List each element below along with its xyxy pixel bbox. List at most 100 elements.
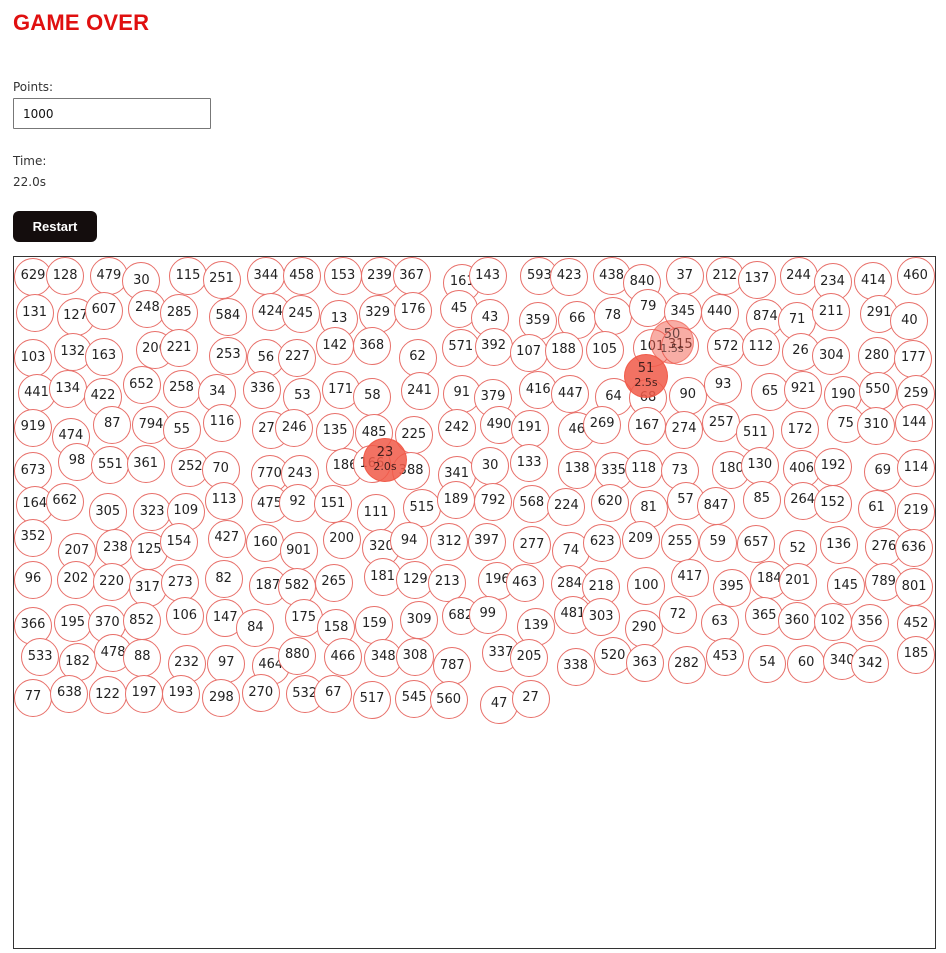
game-circle[interactable]: 131 bbox=[15, 294, 54, 332]
game-circle[interactable]: 78 bbox=[593, 297, 632, 336]
game-circle[interactable]: 102 bbox=[813, 602, 852, 641]
game-circle[interactable]: 114 bbox=[897, 449, 935, 488]
game-circle[interactable]: 308 bbox=[396, 637, 435, 676]
game-circle[interactable]: 79 bbox=[629, 288, 668, 327]
game-circle[interactable]: 67 bbox=[314, 674, 353, 713]
game-circle[interactable]: 55 bbox=[162, 411, 201, 449]
game-circle[interactable]: 134 bbox=[48, 370, 87, 409]
game-circle[interactable]: 144 bbox=[895, 404, 934, 443]
game-circle[interactable]: 142 bbox=[315, 327, 354, 366]
game-circle[interactable]: 280 bbox=[857, 337, 896, 376]
game-circle[interactable]: 116 bbox=[203, 403, 241, 442]
game-circle[interactable]: 82 bbox=[204, 560, 243, 599]
game-circle[interactable]: 253 bbox=[209, 336, 248, 375]
game-circle[interactable]: 258 bbox=[162, 369, 201, 408]
game-circle[interactable]: 58 bbox=[353, 377, 392, 416]
game-circle[interactable]: 673 bbox=[14, 452, 52, 491]
game-circle[interactable]: 192 bbox=[814, 447, 853, 486]
game-circle[interactable]: 118 bbox=[624, 450, 663, 489]
game-circle[interactable]: 533 bbox=[21, 638, 60, 677]
fading-circle[interactable]: 51 2.5s bbox=[624, 354, 668, 398]
game-circle[interactable]: 395 bbox=[712, 568, 751, 607]
game-circle[interactable]: 197 bbox=[125, 674, 164, 713]
game-circle[interactable]: 427 bbox=[207, 519, 246, 558]
game-circle[interactable]: 60 bbox=[787, 644, 826, 683]
game-circle[interactable]: 167 bbox=[628, 407, 666, 446]
game-circle[interactable]: 458 bbox=[282, 257, 321, 295]
game-circle[interactable]: 87 bbox=[93, 405, 132, 444]
game-circle[interactable]: 90 bbox=[668, 376, 707, 415]
game-circle[interactable]: 336 bbox=[243, 370, 282, 409]
game-circle[interactable]: 901 bbox=[279, 532, 318, 571]
game-circle[interactable]: 193 bbox=[161, 674, 200, 713]
game-circle[interactable]: 40 bbox=[890, 302, 929, 341]
game-circle[interactable]: 59 bbox=[698, 523, 737, 562]
game-circle[interactable]: 185 bbox=[897, 635, 935, 674]
game-circle[interactable]: 219 bbox=[897, 492, 935, 531]
game-circle[interactable]: 584 bbox=[208, 297, 247, 336]
game-circle[interactable]: 27 bbox=[511, 679, 550, 718]
restart-button[interactable]: Restart bbox=[13, 211, 97, 242]
game-circle[interactable]: 304 bbox=[812, 337, 851, 376]
game-circle[interactable]: 85 bbox=[742, 480, 781, 519]
game-circle[interactable]: 77 bbox=[14, 678, 52, 717]
game-circle[interactable]: 550 bbox=[858, 371, 897, 410]
game-circle[interactable]: 277 bbox=[513, 526, 551, 565]
game-circle[interactable]: 447 bbox=[551, 375, 590, 414]
game-circle[interactable]: 97 bbox=[207, 644, 246, 683]
game-circle[interactable]: 466 bbox=[323, 638, 362, 677]
game-circle[interactable]: 115 bbox=[169, 257, 207, 295]
game-circle[interactable]: 107 bbox=[509, 333, 548, 372]
game-circle[interactable]: 238 bbox=[96, 529, 135, 568]
game-circle[interactable]: 397 bbox=[467, 522, 506, 561]
game-circle[interactable]: 133 bbox=[510, 444, 549, 483]
game-circle[interactable]: 255 bbox=[661, 523, 699, 562]
game-circle[interactable]: 652 bbox=[122, 366, 161, 405]
game-circle[interactable]: 361 bbox=[126, 445, 165, 484]
game-circle[interactable]: 852 bbox=[122, 602, 161, 640]
game-circle[interactable]: 265 bbox=[314, 563, 353, 602]
game-circle[interactable]: 172 bbox=[781, 411, 820, 450]
points-input[interactable] bbox=[13, 98, 211, 129]
game-circle[interactable]: 274 bbox=[665, 410, 704, 449]
game-circle[interactable]: 338 bbox=[556, 647, 595, 686]
game-circle[interactable]: 269 bbox=[583, 405, 622, 444]
game-circle[interactable]: 160 bbox=[246, 524, 285, 563]
game-circle[interactable]: 309 bbox=[400, 601, 439, 640]
game-circle[interactable]: 99 bbox=[468, 595, 507, 634]
game-circle[interactable]: 128 bbox=[46, 257, 85, 295]
game-circle[interactable]: 111 bbox=[357, 494, 396, 533]
game-circle[interactable]: 202 bbox=[56, 560, 95, 599]
game-circle[interactable]: 620 bbox=[591, 483, 629, 522]
game-circle[interactable]: 92 bbox=[278, 483, 317, 522]
game-circle[interactable]: 560 bbox=[429, 681, 468, 719]
game-circle[interactable]: 352 bbox=[14, 518, 52, 557]
game-circle[interactable]: 244 bbox=[779, 257, 818, 295]
game-circle[interactable]: 213 bbox=[428, 563, 467, 602]
game-circle[interactable]: 154 bbox=[159, 523, 198, 562]
game-circle[interactable]: 176 bbox=[394, 291, 433, 330]
game-circle[interactable]: 65 bbox=[751, 373, 789, 411]
game-circle[interactable]: 303 bbox=[582, 598, 621, 637]
game-circle[interactable]: 84 bbox=[236, 609, 275, 648]
game-circle[interactable]: 623 bbox=[583, 523, 622, 562]
game-circle[interactable]: 241 bbox=[400, 372, 439, 411]
game-circle[interactable]: 195 bbox=[53, 604, 92, 642]
game-circle[interactable]: 511 bbox=[736, 414, 775, 452]
game-circle[interactable]: 787 bbox=[433, 647, 472, 685]
game-circle[interactable]: 460 bbox=[896, 257, 935, 295]
game-circle[interactable]: 360 bbox=[777, 602, 816, 641]
game-circle[interactable]: 551 bbox=[91, 446, 130, 484]
game-circle[interactable]: 136 bbox=[819, 526, 858, 565]
game-circle[interactable]: 94 bbox=[390, 522, 429, 561]
game-circle[interactable]: 30 bbox=[471, 447, 510, 485]
game-circle[interactable]: 310 bbox=[857, 406, 896, 445]
game-circle[interactable]: 392 bbox=[474, 327, 513, 366]
game-circle[interactable]: 921 bbox=[784, 370, 823, 409]
game-circle[interactable]: 285 bbox=[160, 294, 199, 333]
game-circle[interactable]: 205 bbox=[510, 638, 549, 677]
game-circle[interactable]: 188 bbox=[544, 331, 583, 370]
game-circle[interactable]: 106 bbox=[165, 597, 204, 635]
game-circle[interactable]: 227 bbox=[278, 338, 317, 377]
game-circle[interactable]: 517 bbox=[353, 680, 391, 719]
